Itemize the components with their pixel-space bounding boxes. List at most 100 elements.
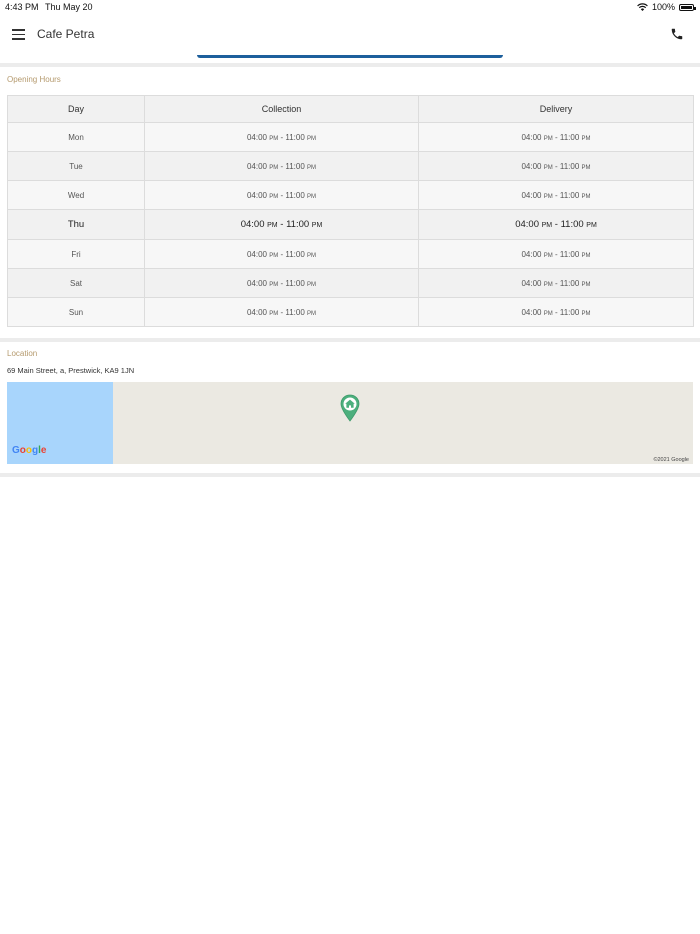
close-time: 11:00 [559, 132, 580, 142]
table-row: Wed 04:00 PM - 11:00 PM 04:00 PM - 11:00 P… [7, 180, 694, 210]
open-ampm: PM [269, 252, 279, 259]
open-ampm: PM [269, 164, 279, 171]
table-row: Mon 04:00 PM - 11:00 PM 04:00 PM - 11:00 P… [7, 122, 694, 152]
battery-icon [679, 3, 696, 11]
close-ampm: PM [307, 193, 317, 200]
section-divider [0, 338, 700, 342]
open-time: 04:00 [246, 132, 267, 142]
phone-icon[interactable] [670, 27, 684, 41]
open-time: 04:00 [246, 161, 267, 171]
day-cell: Thu [7, 209, 145, 240]
location-map[interactable]: Google ©2021 Google [7, 382, 693, 464]
collection-hours-cell: 04:00 PM - 11:00 PM [144, 239, 419, 269]
delivery-hours-cell: 04:00 PM - 11:00 PM [418, 268, 694, 298]
close-ampm: PM [307, 310, 317, 317]
close-ampm: PM [307, 164, 317, 171]
open-time: 04:00 [521, 190, 542, 200]
restaurant-address: 69 Main Street, a, Prestwick, KA9 1JN [7, 366, 135, 375]
close-time: 11:00 [559, 307, 580, 317]
status-bar: 4:43 PM Thu May 20 100% [0, 0, 700, 14]
open-time: 04:00 [240, 219, 265, 230]
day-cell: Tue [7, 151, 145, 181]
open-time: 04:00 [515, 219, 539, 230]
location-label: Location [7, 349, 38, 358]
close-time: 11:00 [285, 190, 305, 200]
open-ampm: PM [269, 281, 279, 288]
home-map-pin-icon[interactable] [340, 394, 360, 422]
open-ampm: PM [543, 164, 553, 171]
close-ampm: PM [581, 193, 591, 200]
open-ampm: PM [269, 135, 279, 142]
open-time: 04:00 [246, 249, 267, 259]
collection-hours-cell: 04:00 PM - 11:00 PM [144, 122, 419, 152]
column-header-collection: Collection [144, 95, 419, 123]
open-ampm: PM [541, 222, 553, 229]
open-time: 04:00 [521, 307, 542, 317]
collection-hours-cell: 04:00 PM - 11:00 PM [144, 151, 419, 181]
table-row: Sun 04:00 PM - 11:00 PM 04:00 PM - 11:00 P… [7, 297, 694, 327]
close-time: 11:00 [285, 161, 305, 171]
open-time: 04:00 [521, 132, 542, 142]
opening-hours-label: Opening Hours [7, 75, 61, 84]
section-divider [0, 63, 700, 67]
close-ampm: PM [586, 222, 597, 229]
delivery-hours-cell: 04:00 PM - 11:00 PM [418, 180, 694, 210]
close-time: 11:00 [560, 219, 584, 230]
close-time: 11:00 [559, 278, 580, 288]
close-time: 11:00 [286, 219, 310, 230]
delivery-hours-cell: 04:00 PM - 11:00 PM [418, 209, 694, 240]
open-time: 04:00 [521, 161, 542, 171]
close-time: 11:00 [285, 278, 305, 288]
close-time: 11:00 [285, 307, 305, 317]
collection-hours-cell: 04:00 PM - 11:00 PM [144, 297, 419, 327]
close-time: 11:00 [559, 190, 580, 200]
open-ampm: PM [267, 222, 278, 229]
collection-hours-cell: 04:00 PM - 11:00 PM [144, 268, 419, 298]
table-row: Thu 04:00 PM - 11:00 PM 04:00 PM - 11:00 P… [7, 209, 694, 240]
open-ampm: PM [543, 310, 553, 317]
nav-bar: Cafe Petra [0, 14, 700, 58]
day-cell: Sat [7, 268, 145, 298]
battery-percent: 100% [651, 2, 675, 12]
close-ampm: PM [311, 222, 323, 229]
close-time: 11:00 [285, 132, 305, 142]
close-ampm: PM [307, 135, 317, 142]
close-ampm: PM [581, 135, 591, 142]
close-ampm: PM [307, 281, 317, 288]
header-scroll-indicator [197, 55, 503, 58]
google-logo: Google [12, 445, 47, 456]
hamburger-menu-icon[interactable] [12, 29, 25, 40]
open-ampm: PM [543, 252, 553, 259]
section-divider [0, 473, 700, 477]
collection-hours-cell: 04:00 PM - 11:00 PM [144, 209, 419, 240]
close-ampm: PM [307, 252, 317, 259]
delivery-hours-cell: 04:00 PM - 11:00 PM [418, 239, 694, 269]
open-time: 04:00 [521, 249, 542, 259]
delivery-hours-cell: 04:00 PM - 11:00 PM [418, 297, 694, 327]
status-time: 4:43 PM [5, 2, 39, 12]
status-date: Thu May 20 [45, 2, 93, 12]
close-ampm: PM [581, 281, 591, 288]
open-ampm: PM [543, 193, 553, 200]
day-cell: Fri [7, 239, 145, 269]
open-time: 04:00 [246, 278, 267, 288]
table-row: Sat 04:00 PM - 11:00 PM 04:00 PM - 11:00 P… [7, 268, 694, 298]
close-ampm: PM [581, 310, 591, 317]
open-ampm: PM [543, 135, 553, 142]
column-header-day: Day [7, 95, 145, 123]
open-ampm: PM [269, 193, 279, 200]
opening-hours-table: Day Collection Delivery Mon 04:00 PM - 11… [7, 95, 694, 327]
status-right: 100% [637, 2, 696, 12]
column-header-delivery: Delivery [418, 95, 694, 123]
day-cell: Sun [7, 297, 145, 327]
table-header-row: Day Collection Delivery [7, 95, 694, 123]
open-ampm: PM [269, 310, 279, 317]
open-time: 04:00 [246, 307, 267, 317]
table-row: Tue 04:00 PM - 11:00 PM 04:00 PM - 11:00 P… [7, 151, 694, 181]
wifi-icon [637, 3, 648, 11]
page-title: Cafe Petra [37, 27, 95, 41]
table-row: Fri 04:00 PM - 11:00 PM 04:00 PM - 11:00 P… [7, 239, 694, 269]
close-time: 11:00 [285, 249, 305, 259]
open-ampm: PM [543, 281, 553, 288]
close-time: 11:00 [559, 249, 580, 259]
